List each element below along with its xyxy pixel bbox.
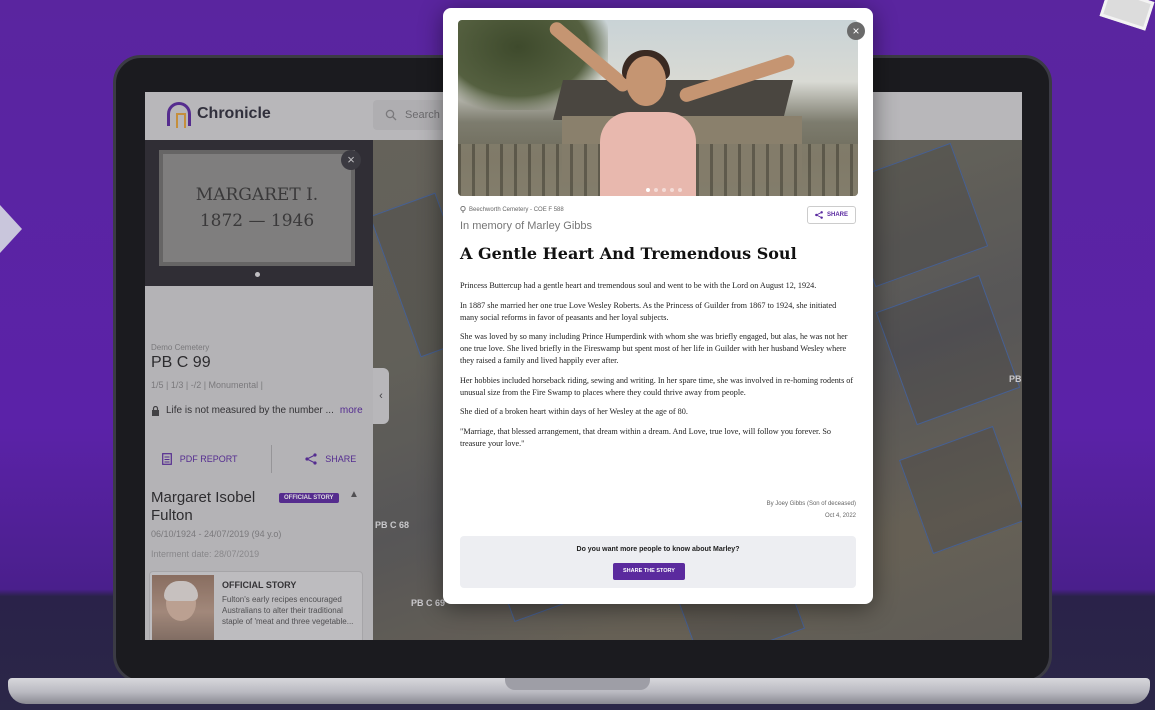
story-paragraph: "Marriage, that blessed arrangement, tha… [460,427,831,448]
story-date: Oct 4, 2022 [824,513,856,519]
decorative-triangle [0,205,22,253]
carousel-dot[interactable] [670,188,674,192]
memory-line: In memory of Marley Gibbs [460,220,593,232]
story-modal: × Beechworth Cemetery - COE F 588 SHARE … [443,8,873,604]
share-icon [815,211,823,219]
story-paragraph: Princess Buttercup had a gentle heart an… [460,281,817,290]
share-label: SHARE [826,212,848,218]
cta-question: Do you want more people to know about Ma… [576,546,740,553]
cemetery-location: Beechworth Cemetery - COE F 588 [460,206,564,213]
close-icon[interactable]: × [847,22,865,40]
share-cta: Do you want more people to know about Ma… [460,536,856,588]
story-paragraph: In 1887 she married her one true Love We… [460,300,837,322]
story-paragraph: She was loved by so many including Princ… [460,332,848,365]
hero-person-body [600,112,696,196]
carousel-dot[interactable] [662,188,666,192]
share-story-button[interactable]: SHARE THE STORY [613,563,685,580]
story-heading: A Gentle Heart And Tremendous Soul [460,244,797,263]
carousel-dot[interactable] [654,188,658,192]
location-text: Beechworth Cemetery - COE F 588 [469,206,564,213]
story-body: Princess Buttercup had a gentle heart an… [460,280,856,458]
laptop-notch [505,678,650,690]
share-button[interactable]: SHARE [807,206,856,224]
author-name: By Joey Gibbs (Son of deceased) [766,501,856,507]
decorative-photo [1099,0,1155,31]
carousel-dots[interactable] [646,188,682,192]
carousel-dot[interactable] [678,188,682,192]
carousel-dot[interactable] [646,188,650,192]
story-attribution: By Joey Gibbs (Son of deceased) Oct 4, 2… [643,498,856,522]
location-pin-icon [460,206,466,213]
hero-photo [458,20,858,196]
hero-person-head [626,56,666,106]
story-paragraph: Her hobbies included horseback riding, s… [460,375,854,397]
story-paragraph: She died of a broken heart within days o… [460,407,688,417]
